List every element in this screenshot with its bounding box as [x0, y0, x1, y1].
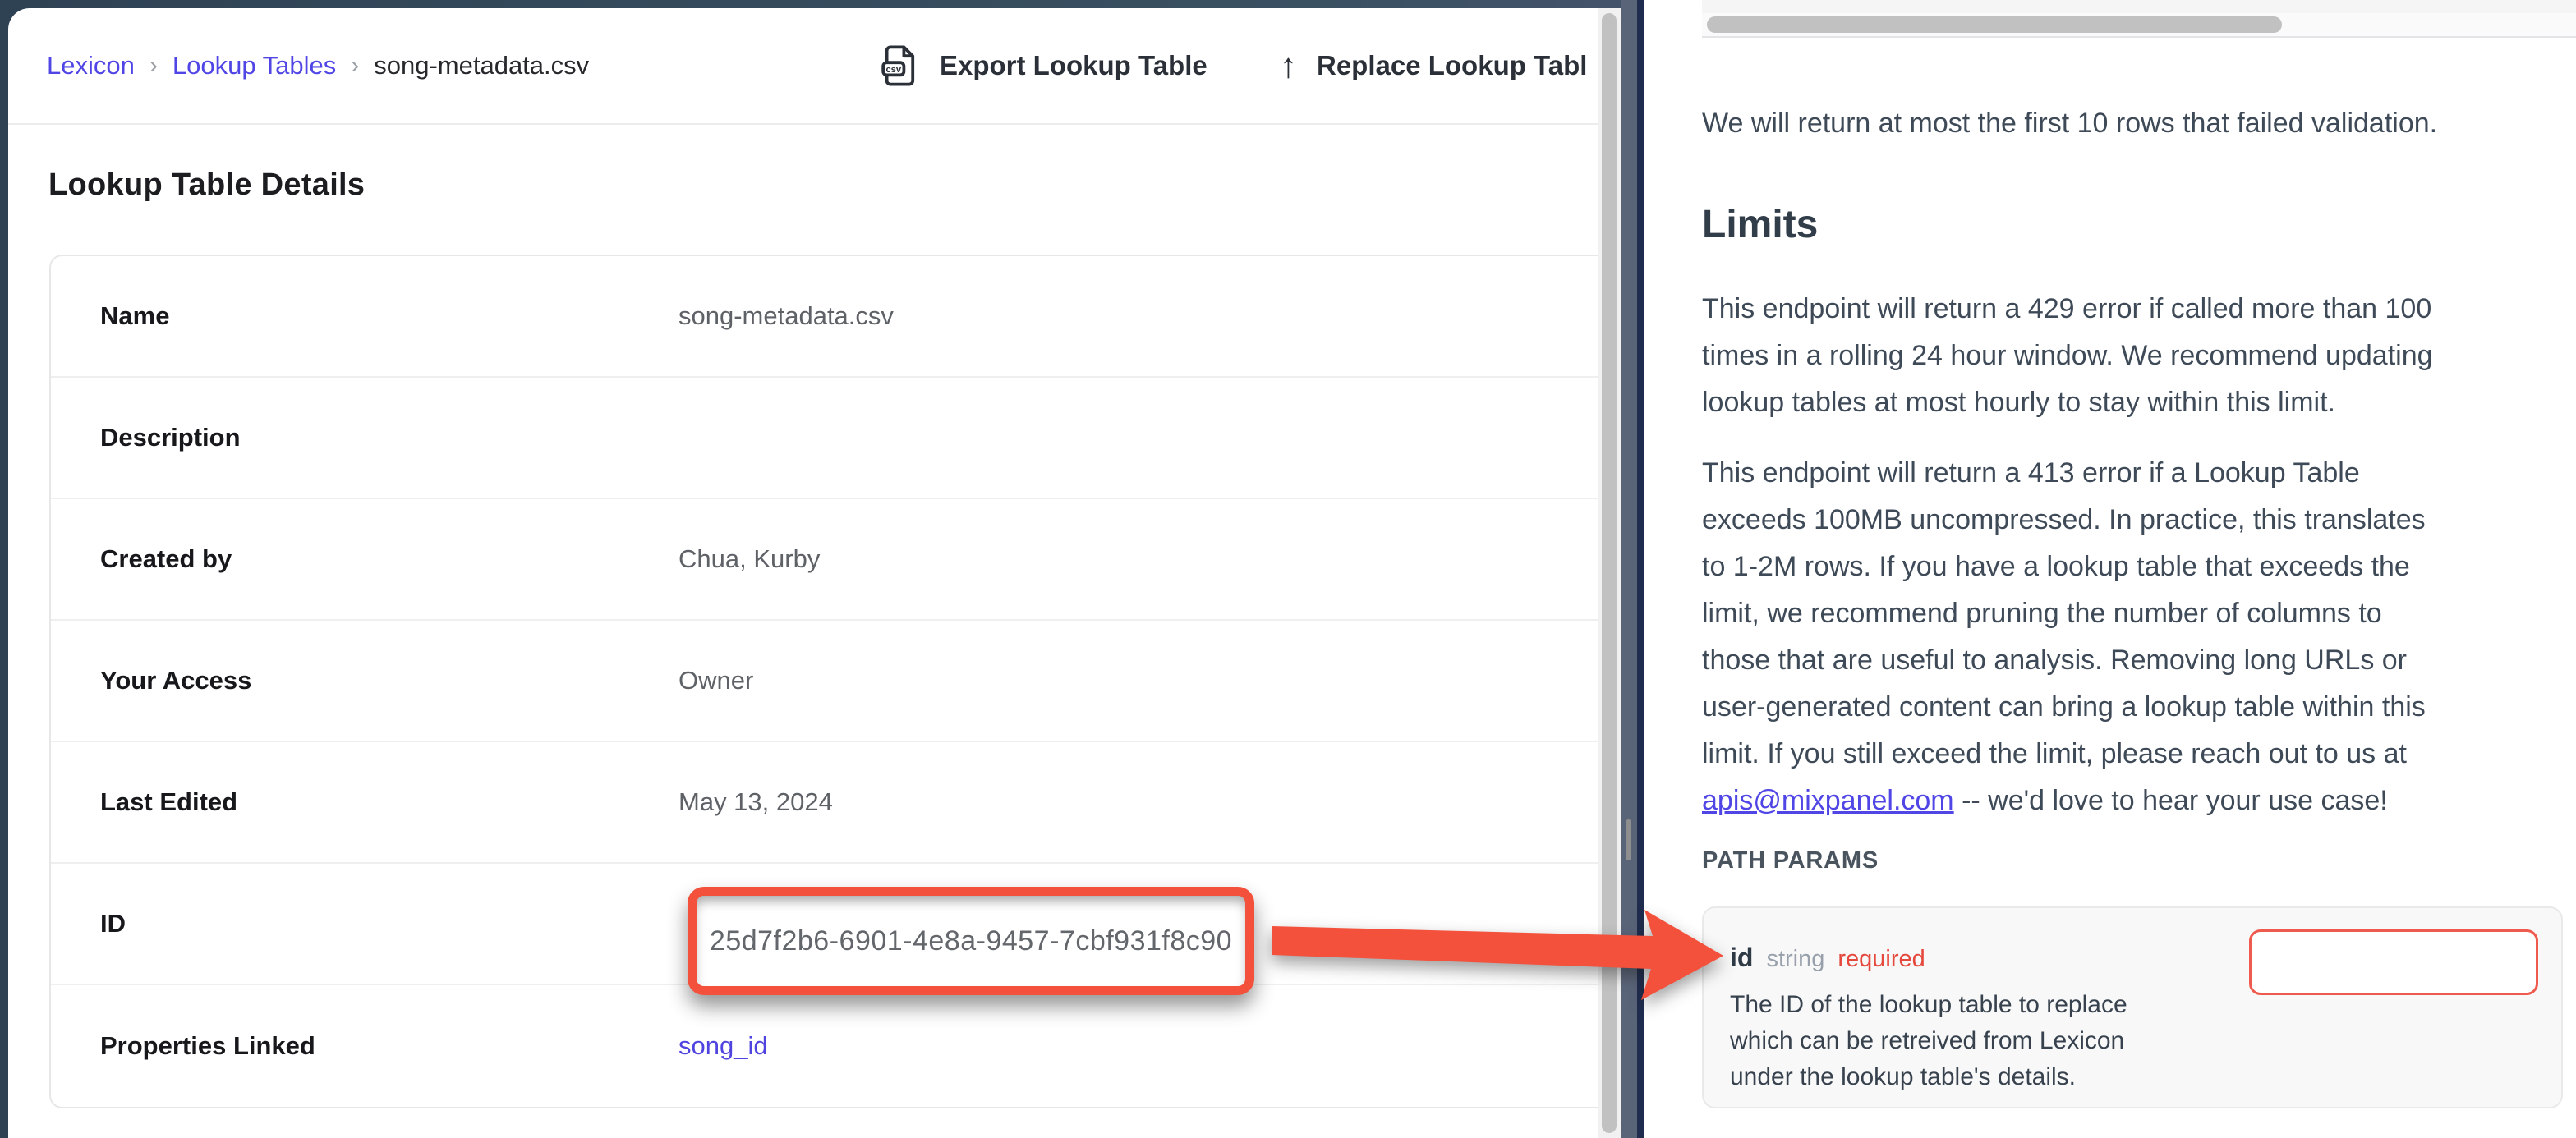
- breadcrumb-lexicon[interactable]: Lexicon: [47, 51, 135, 80]
- breadcrumb-separator-icon: ›: [150, 52, 158, 80]
- limits-paragraph-2: This endpoint will return a 413 error if…: [1702, 450, 2426, 824]
- id-annotation-highlight-box: 25d7f2b6-6901-4e8a-9457-7cbf931f8c90: [688, 887, 1254, 995]
- replace-button-label: Replace Lookup Tabl: [1317, 50, 1587, 81]
- docs-horizontal-scrollbar-thumb[interactable]: [1707, 16, 2282, 33]
- id-param-header: id string required: [1730, 943, 1925, 973]
- detail-row-id: ID 25d7f2b6-6901-4e8a-9457-7cbf931f8c90: [51, 864, 1598, 985]
- breadcrumb: Lexicon › Lookup Tables › song-metadata.…: [47, 8, 589, 123]
- breadcrumb-lookup-tables[interactable]: Lookup Tables: [172, 51, 336, 80]
- detail-value-name: song-metadata.csv: [678, 301, 894, 331]
- detail-row-last-edited: Last Edited May 13, 2024: [51, 742, 1598, 864]
- id-param-card: id string required The ID of the lookup …: [1702, 906, 2563, 1108]
- apis-mixpanel-email-link[interactable]: apis@mixpanel.com: [1702, 785, 1954, 816]
- detail-value-your-access: Owner: [678, 666, 753, 695]
- limits-paragraph-2-tail: -- we'd love to hear your use case!: [1954, 785, 2388, 816]
- param-required-badge: required: [1838, 946, 1925, 973]
- gap-scrollbar-thumb[interactable]: [1626, 819, 1631, 860]
- detail-label: ID: [100, 909, 678, 938]
- detail-label: Your Access: [100, 666, 678, 695]
- upload-arrow-icon: ↑: [1280, 48, 1297, 83]
- param-name: id: [1730, 943, 1753, 973]
- detail-value-created-by: Chua, Kurby: [678, 544, 820, 574]
- page-title: Lookup Table Details: [48, 167, 365, 203]
- param-description: The ID of the lookup table to replace wh…: [1730, 987, 2128, 1095]
- breadcrumb-separator-icon: ›: [351, 52, 359, 80]
- lexicon-window: Lexicon › Lookup Tables › song-metadata.…: [8, 8, 1598, 1138]
- detail-row-name: Name song-metadata.csv: [51, 256, 1598, 378]
- docs-horizontal-scrollbar-track[interactable]: [1702, 13, 2576, 38]
- docs-table-bottom-strip: [1702, 0, 2576, 13]
- detail-label: Last Edited: [100, 787, 678, 817]
- replace-lookup-table-button[interactable]: ↑ Replace Lookup Tabl: [1280, 8, 1587, 123]
- detail-row-description: Description: [51, 378, 1598, 499]
- docs-intro-text: We will return at most the first 10 rows…: [1702, 105, 2437, 141]
- detail-label: Properties Linked: [100, 1031, 678, 1061]
- lexicon-header: Lexicon › Lookup Tables › song-metadata.…: [8, 8, 1598, 125]
- export-lookup-table-button[interactable]: csv Export Lookup Table: [881, 8, 1208, 123]
- limits-paragraph-2-text: This endpoint will return a 413 error if…: [1702, 457, 2426, 769]
- id-value-box: 25d7f2b6-6901-4e8a-9457-7cbf931f8c90: [697, 896, 1245, 986]
- breadcrumb-current-file: song-metadata.csv: [374, 51, 589, 80]
- detail-label: Created by: [100, 544, 678, 574]
- csv-file-icon: csv: [881, 44, 920, 88]
- lookup-table-details-card: Name song-metadata.csv Description Creat…: [49, 255, 1598, 1108]
- api-docs-window: We will return at most the first 10 rows…: [1644, 0, 2576, 1138]
- detail-row-created-by: Created by Chua, Kurby: [51, 499, 1598, 621]
- detail-label: Name: [100, 301, 678, 331]
- limits-paragraph-1: This endpoint will return a 429 error if…: [1702, 286, 2433, 426]
- detail-row-properties-linked: Properties Linked song_id: [51, 985, 1598, 1107]
- param-type: string: [1766, 946, 1824, 973]
- path-params-heading: PATH PARAMS: [1702, 847, 1879, 874]
- svg-text:csv: csv: [886, 65, 901, 75]
- limits-heading: Limits: [1702, 202, 1818, 247]
- window-gap: [1621, 0, 1637, 1138]
- linked-property-link[interactable]: song_id: [678, 1031, 768, 1061]
- lookup-table-id-value: 25d7f2b6-6901-4e8a-9457-7cbf931f8c90: [710, 925, 1232, 957]
- left-window-scrollbar-thumb[interactable]: [1602, 13, 1617, 1133]
- left-window-scrollbar-track[interactable]: [1598, 8, 1621, 1138]
- id-param-input[interactable]: [2249, 929, 2538, 995]
- detail-label: Description: [100, 423, 678, 452]
- detail-value-last-edited: May 13, 2024: [678, 787, 833, 817]
- export-button-label: Export Lookup Table: [940, 50, 1208, 81]
- detail-row-your-access: Your Access Owner: [51, 621, 1598, 742]
- right-window-edge: [1637, 0, 1644, 1138]
